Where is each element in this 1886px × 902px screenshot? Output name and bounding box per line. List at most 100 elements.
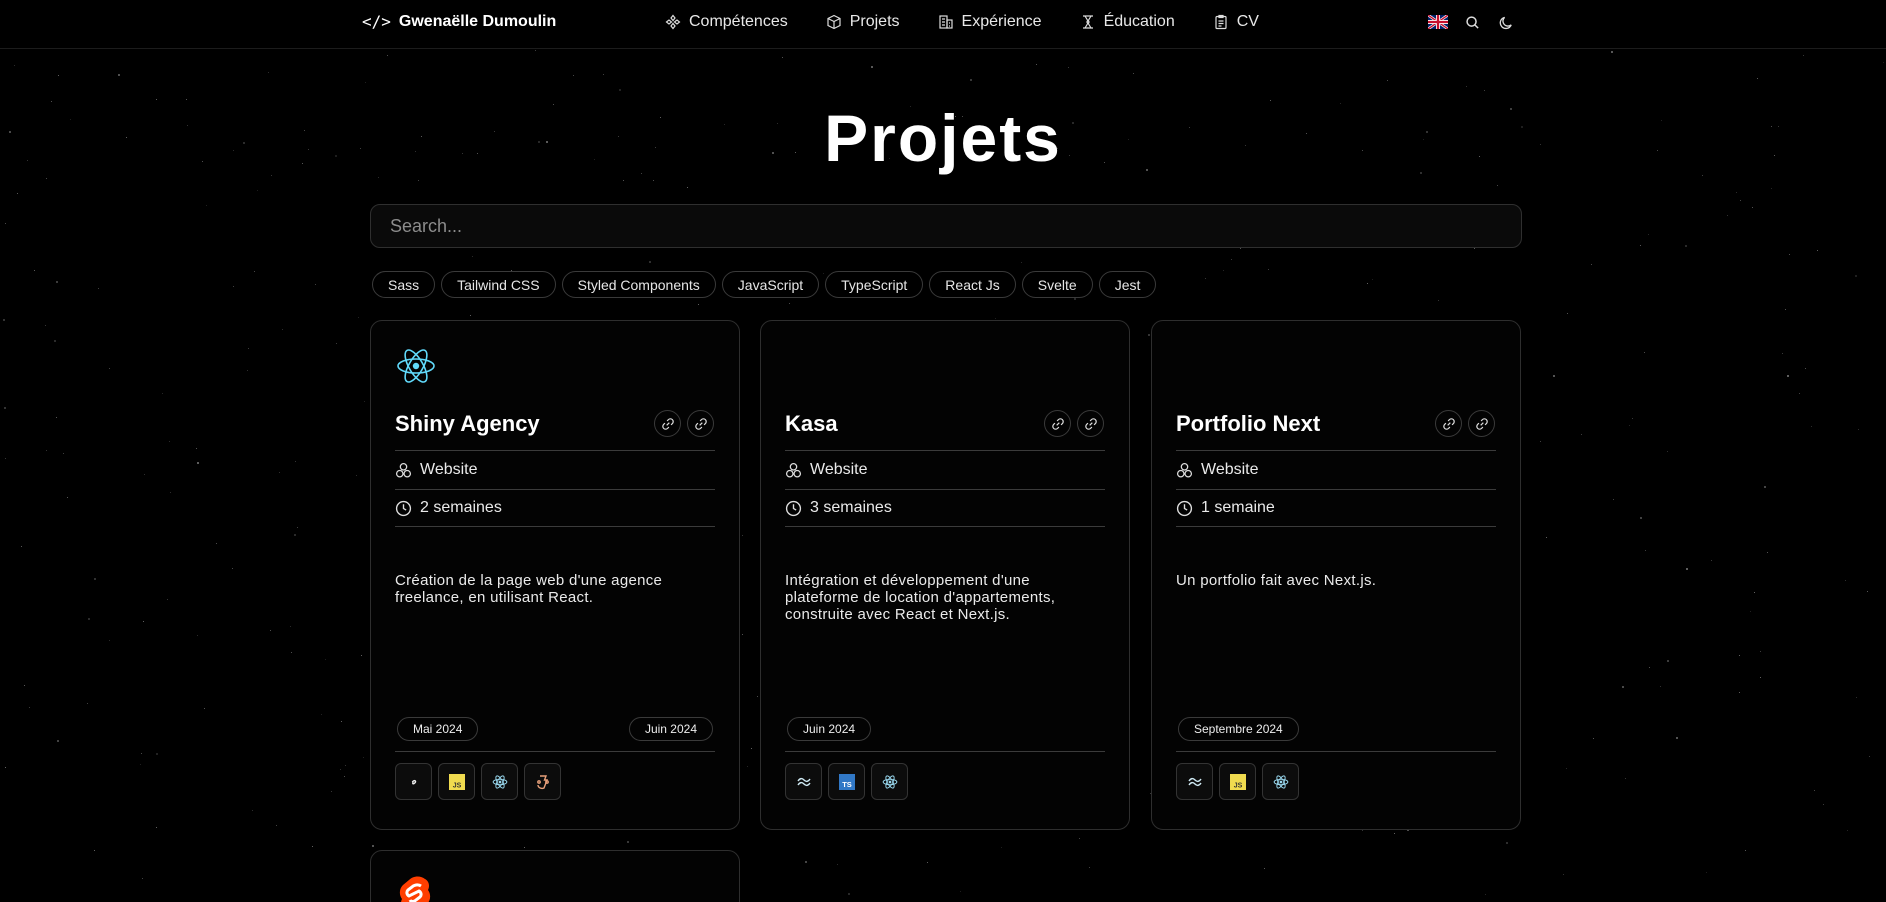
nav-item-competences[interactable]: Compétences [665, 13, 788, 31]
page-title: Projets [824, 101, 1062, 175]
project-links [1044, 410, 1104, 437]
project-links [1435, 410, 1495, 437]
skills-icon [665, 14, 681, 30]
tailwind-icon [785, 763, 822, 800]
start-date-badge: Juin 2024 [787, 717, 872, 741]
filter-chip-typescript[interactable]: TypeScript [825, 271, 924, 298]
circles-icon [1176, 462, 1193, 478]
react-icon [1262, 763, 1299, 800]
clock-icon [785, 500, 802, 516]
svg-text:TS: TS [842, 780, 852, 789]
filter-chip-sass[interactable]: Sass [372, 271, 436, 298]
react-icon [481, 763, 518, 800]
project-card: Kasa Website 3 semaines Intégration et d… [760, 320, 1130, 830]
tailwind-icon [1176, 763, 1213, 800]
divider [1176, 489, 1496, 490]
jest-icon [524, 763, 561, 800]
nav-item-projets[interactable]: Projets [826, 13, 900, 31]
project-title: Shiny Agency [395, 411, 540, 436]
tech-stack: JS [395, 763, 561, 800]
divider [785, 489, 1105, 490]
project-title: Kasa [785, 411, 838, 436]
circles-icon [395, 462, 412, 478]
link-icon[interactable] [1077, 410, 1104, 437]
nav-label: CV [1236, 13, 1259, 30]
divider [1176, 526, 1496, 527]
filter-chip-javascript[interactable]: JavaScript [721, 271, 820, 298]
link-icon[interactable] [654, 410, 681, 437]
sass-icon [395, 763, 432, 800]
start-date-badge: Septembre 2024 [1178, 717, 1299, 741]
brand[interactable]: </> Gwenaëlle Dumoulin [362, 12, 556, 31]
filter-chip-react[interactable]: React Js [929, 271, 1016, 298]
document-icon [1215, 14, 1227, 30]
nav-item-experience[interactable]: Expérience [938, 13, 1042, 31]
building-icon [938, 15, 953, 29]
circles-icon [785, 462, 802, 478]
tag-filters: Sass Tailwind CSS Styled Components Java… [372, 271, 1157, 298]
tech-stack: TS [785, 763, 908, 800]
svelte-icon [395, 873, 437, 902]
divider [785, 751, 1105, 752]
brand-name: Gwenaëlle Dumoulin [398, 12, 557, 30]
project-duration: 3 semaines [785, 499, 892, 517]
end-date-badge: Juin 2024 [628, 717, 713, 741]
uk-flag-icon[interactable] [1428, 13, 1448, 31]
divider [395, 450, 715, 451]
project-title: Portfolio Next [1176, 411, 1321, 436]
project-links [654, 410, 714, 437]
nav-label: Compétences [689, 13, 788, 30]
project-duration: 1 semaine [1176, 499, 1275, 517]
moon-icon[interactable] [1496, 13, 1516, 31]
header-tools [1428, 13, 1516, 31]
svg-text:JS: JS [452, 782, 461, 789]
project-description: Un portfolio fait avec Next.js. [1176, 572, 1377, 589]
divider [395, 751, 715, 752]
project-description: Création de la page web d'une agence fre… [395, 572, 663, 606]
project-type: Website [1176, 461, 1259, 479]
divider [395, 489, 715, 490]
link-icon[interactable] [1468, 410, 1495, 437]
filter-chip-svelte[interactable]: Svelte [1021, 271, 1093, 298]
project-type: Website [395, 461, 478, 479]
tech-stack: JS [1176, 763, 1299, 800]
divider [785, 450, 1105, 451]
education-icon [1082, 15, 1093, 29]
project-type: Website [785, 461, 868, 479]
typescript-icon: TS [828, 763, 865, 800]
javascript-icon: JS [438, 763, 475, 800]
project-duration: 2 semaines [395, 499, 502, 517]
divider [395, 526, 715, 527]
nav-label: Projets [849, 13, 900, 30]
link-icon[interactable] [687, 410, 714, 437]
link-icon[interactable] [1044, 410, 1071, 437]
start-date-badge: Mai 2024 [397, 717, 479, 741]
project-card [370, 850, 740, 902]
nav-label: Éducation [1103, 13, 1175, 30]
nav-label: Expérience [961, 13, 1042, 30]
code-icon: </> [362, 12, 391, 31]
react-icon [395, 345, 437, 387]
cube-icon [827, 14, 841, 30]
project-card: Shiny Agency Website 2 semaines Création… [370, 320, 740, 830]
nav-item-education[interactable]: Éducation [1080, 13, 1175, 31]
react-icon [871, 763, 908, 800]
search-input[interactable] [370, 204, 1522, 248]
project-card: Portfolio Next Website 1 semaine Un port… [1151, 320, 1521, 830]
search-icon[interactable] [1462, 13, 1482, 31]
divider [1176, 751, 1496, 752]
filter-chip-tailwind[interactable]: Tailwind CSS [441, 271, 556, 298]
link-icon[interactable] [1435, 410, 1462, 437]
nav-item-cv[interactable]: CV [1213, 13, 1259, 31]
clock-icon [1176, 500, 1193, 516]
clock-icon [395, 500, 412, 516]
filter-chip-styled-components[interactable]: Styled Components [561, 271, 716, 298]
filter-chip-jest[interactable]: Jest [1098, 271, 1157, 298]
project-description: Intégration et développement d'une plate… [785, 572, 1056, 623]
javascript-icon: JS [1219, 763, 1256, 800]
svg-text:JS: JS [1233, 782, 1242, 789]
main-nav: Compétences Projets Expérience Éducation [665, 0, 1297, 44]
divider [1176, 450, 1496, 451]
top-navbar: </> Gwenaëlle Dumoulin Compétences Proje… [0, 0, 1886, 49]
divider [785, 526, 1105, 527]
